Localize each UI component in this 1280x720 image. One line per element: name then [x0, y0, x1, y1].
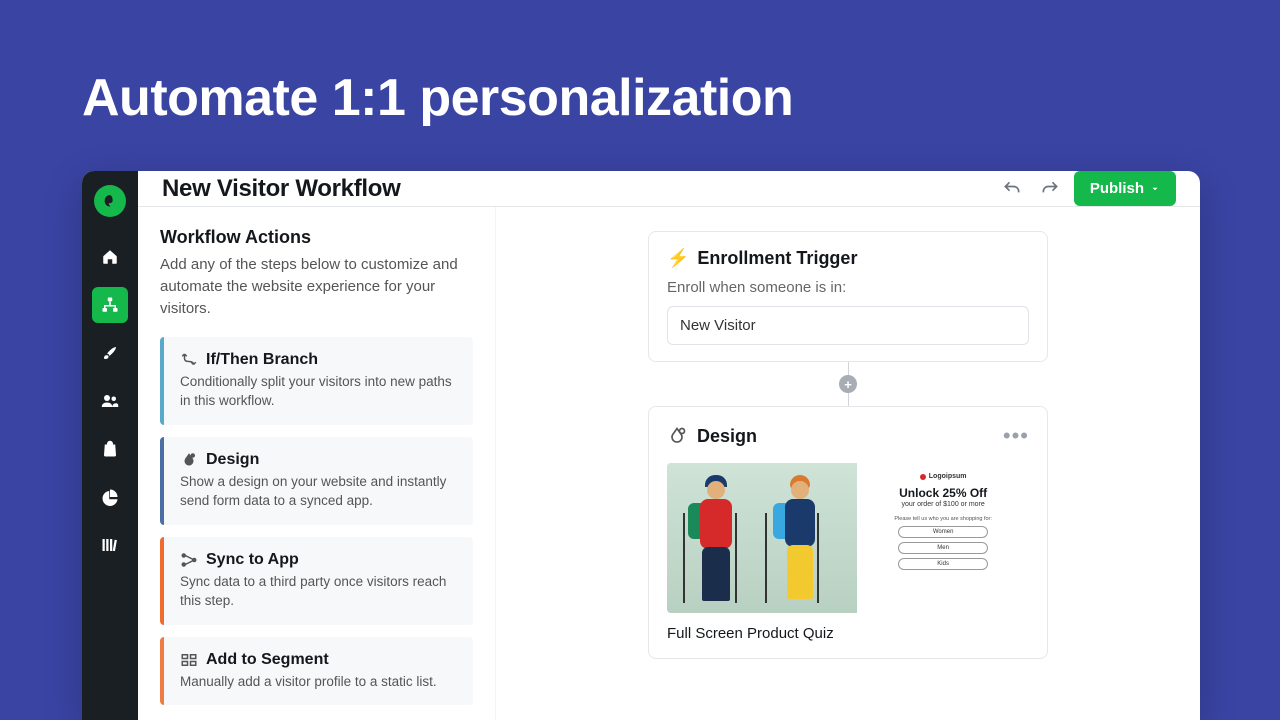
segment-icon — [180, 651, 198, 669]
nav-library[interactable] — [92, 527, 128, 563]
undo-icon — [1002, 179, 1022, 199]
preview-headline: Unlock 25% Off — [899, 486, 987, 500]
bag-icon — [101, 440, 119, 458]
nav-audiences[interactable] — [92, 383, 128, 419]
redo-icon — [1040, 179, 1060, 199]
preview-question: Please tell us who you are shopping for: — [894, 516, 992, 522]
preview-option: Men — [898, 542, 988, 554]
preview-logo: Logoipsum — [920, 473, 967, 480]
publish-button[interactable]: Publish — [1074, 171, 1176, 206]
nodes-icon — [180, 551, 198, 569]
preview-option: Women — [898, 526, 988, 538]
action-if-then[interactable]: If/Then Branch Conditionally split your … — [160, 337, 473, 425]
design-preview: Logoipsum Unlock 25% Off your order of $… — [667, 463, 1029, 613]
connector: + — [848, 362, 849, 406]
branch-icon — [180, 351, 198, 369]
app-window: New Visitor Workflow Publish Workflow Ac… — [82, 171, 1200, 720]
sidebar — [82, 171, 138, 720]
workflow-canvas[interactable]: ⚡ Enrollment Trigger Enroll when someone… — [496, 207, 1200, 720]
actions-panel: Workflow Actions Add any of the steps be… — [138, 207, 496, 720]
design-caption: Full Screen Product Quiz — [667, 625, 1029, 642]
brush-icon — [101, 344, 119, 362]
nav-commerce[interactable] — [92, 431, 128, 467]
chevron-down-icon — [1150, 184, 1160, 194]
nav-home[interactable] — [92, 239, 128, 275]
node-menu-button[interactable]: ••• — [1003, 423, 1029, 449]
action-design[interactable]: Design Show a design on your website and… — [160, 437, 473, 525]
nav-analytics[interactable] — [92, 479, 128, 515]
sitemap-icon — [101, 296, 119, 314]
actions-description: Add any of the steps below to customize … — [160, 254, 473, 319]
bolt-icon: ⚡ — [667, 248, 689, 269]
main-panel: New Visitor Workflow Publish Workflow Ac… — [138, 171, 1200, 720]
home-icon — [101, 248, 119, 266]
action-sync[interactable]: Sync to App Sync data to a third party o… — [160, 537, 473, 625]
hero-title: Automate 1:1 personalization — [82, 68, 793, 128]
header: New Visitor Workflow Publish — [138, 171, 1200, 207]
droplet-icon — [180, 451, 198, 469]
users-icon — [100, 392, 120, 410]
preview-option: Kids — [898, 558, 988, 570]
action-segment[interactable]: Add to Segment Manually add a visitor pr… — [160, 637, 473, 706]
page-title: New Visitor Workflow — [162, 175, 401, 203]
redo-button[interactable] — [1036, 175, 1064, 203]
actions-heading: Workflow Actions — [160, 227, 473, 248]
trigger-segment-field[interactable]: New Visitor — [667, 306, 1029, 345]
trigger-subtitle: Enroll when someone is in: — [667, 279, 1029, 296]
nav-design[interactable] — [92, 335, 128, 371]
preview-sub: your order of $100 or more — [902, 501, 985, 508]
droplet-icon — [667, 426, 687, 446]
design-node[interactable]: Design ••• — [648, 406, 1048, 659]
library-icon — [100, 536, 120, 554]
content: Workflow Actions Add any of the steps be… — [138, 207, 1200, 720]
enrollment-trigger-node[interactable]: ⚡ Enrollment Trigger Enroll when someone… — [648, 231, 1048, 362]
add-step-button[interactable]: + — [839, 375, 857, 393]
pie-icon — [101, 488, 119, 506]
undo-button[interactable] — [998, 175, 1026, 203]
logo — [94, 185, 126, 217]
nav-workflows[interactable] — [92, 287, 128, 323]
